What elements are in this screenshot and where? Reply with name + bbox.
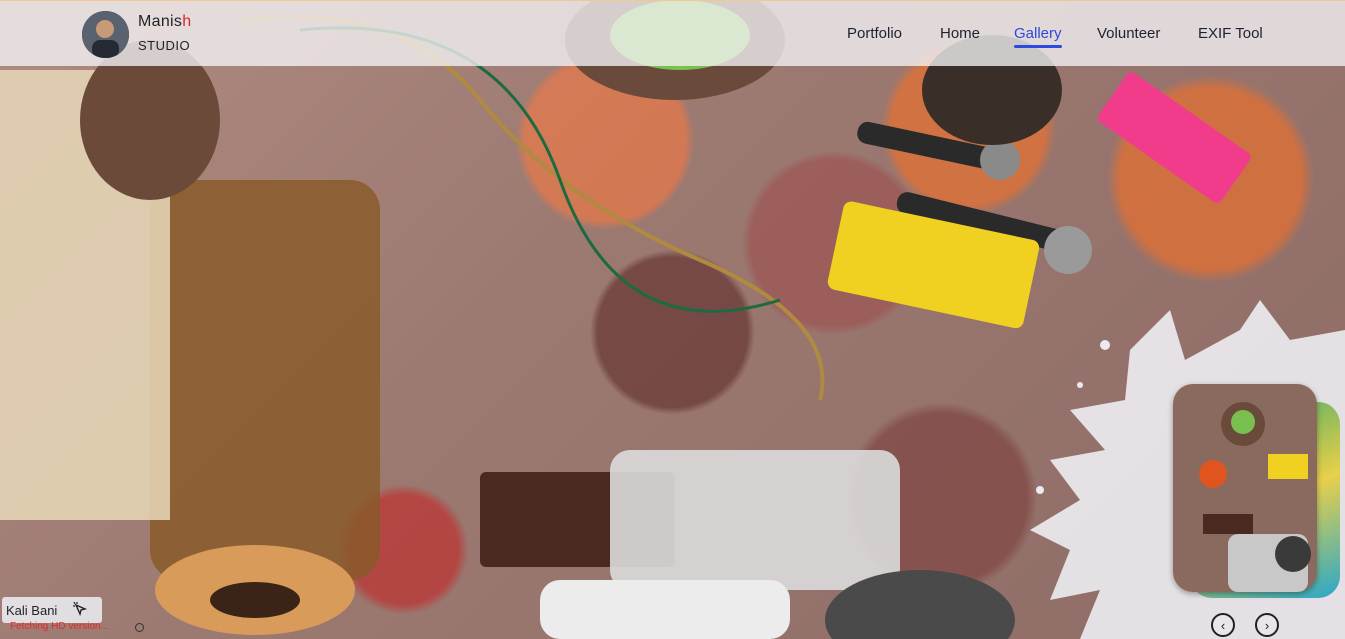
brand-subtitle: STUDIO (138, 38, 191, 53)
chevron-left-icon: ‹ (1220, 617, 1226, 633)
image-title: Kali Bani (6, 603, 58, 618)
chevron-right-icon: › (1264, 617, 1270, 633)
brand-name-main: Manis (138, 13, 183, 30)
carousel-thumbnail[interactable] (1173, 384, 1317, 592)
nav-link-gallery[interactable]: Gallery (1014, 25, 1062, 48)
carousel-prev-button[interactable]: ‹ (1211, 613, 1235, 637)
nav-link-exif-tool[interactable]: EXIF Tool (1198, 25, 1263, 42)
avatar-portrait (82, 11, 129, 58)
image-caption: Kali Bani (2, 597, 102, 623)
carousel-thumbnail-image (1173, 384, 1317, 592)
brand-name-accent: h (182, 13, 192, 30)
sparkle-cursor-icon[interactable] (72, 601, 88, 620)
avatar[interactable] (82, 11, 129, 58)
status-text: Fetching HD version... (10, 621, 109, 632)
brand-name[interactable]: Manish (138, 13, 191, 31)
nav-link-portfolio[interactable]: Portfolio (847, 25, 902, 42)
nav-link-volunteer[interactable]: Volunteer (1097, 25, 1160, 42)
loading-ring-icon (135, 623, 144, 632)
carousel-next-button[interactable]: › (1255, 613, 1279, 637)
top-navigation-bar: Manish STUDIO Portfolio Home Gallery Vol… (0, 0, 1345, 66)
nav-link-home[interactable]: Home (940, 25, 980, 42)
